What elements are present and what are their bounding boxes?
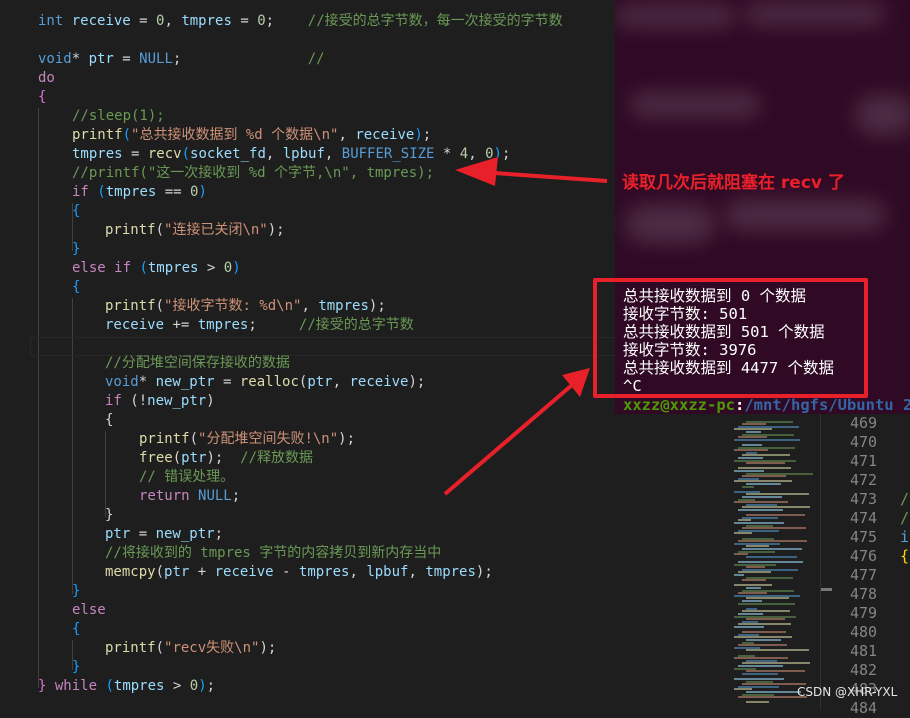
arrow-head — [562, 368, 590, 397]
arrow-head — [455, 157, 498, 186]
arrow-to-recv-line — [479, 170, 608, 183]
annotation-arrows — [443, 157, 608, 496]
arrow-to-terminal-box — [443, 383, 574, 496]
